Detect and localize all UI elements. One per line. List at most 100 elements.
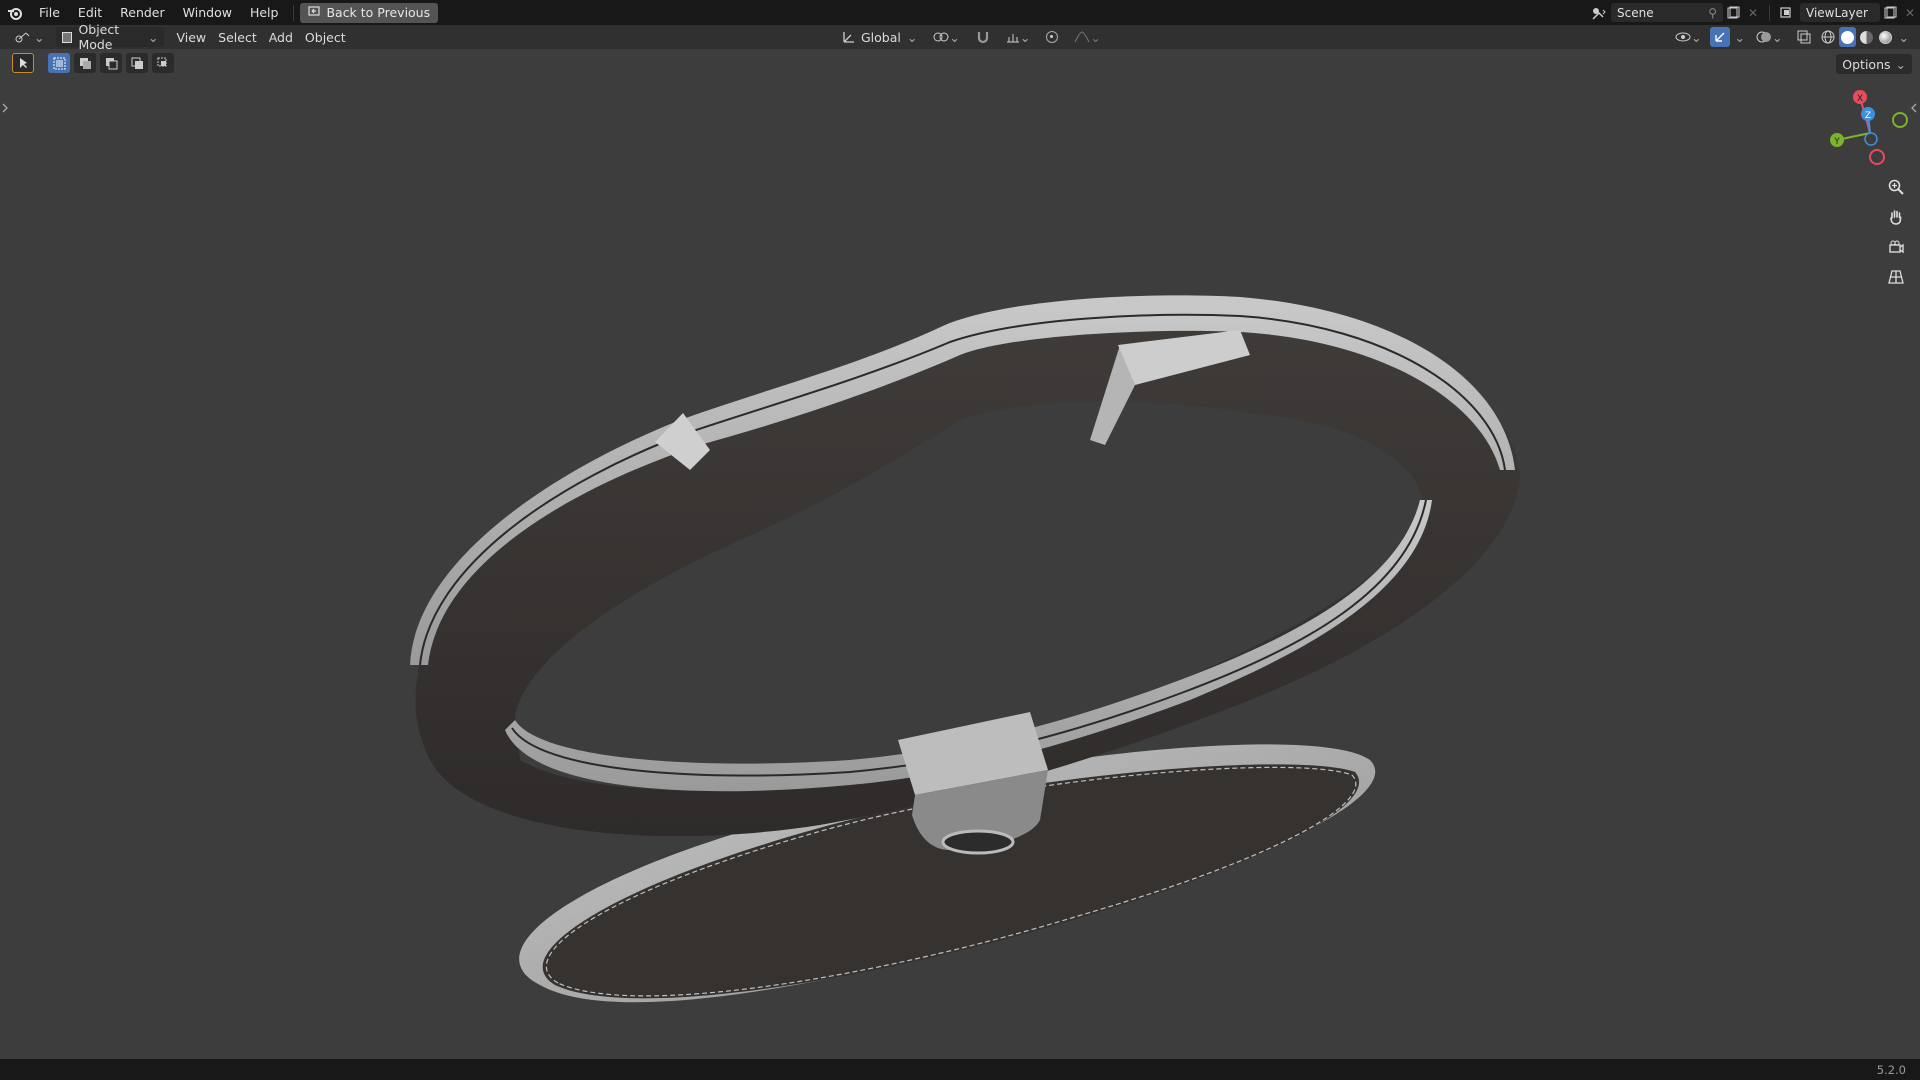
options-label: Options	[1842, 56, 1891, 72]
gizmo-icon	[1714, 32, 1725, 42]
divider	[1769, 4, 1770, 21]
view-layer-field[interactable]: ViewLayer	[1800, 3, 1880, 22]
rendered-sphere-icon	[1878, 30, 1892, 44]
blender-logo-icon[interactable]	[0, 0, 30, 25]
falloff-selector[interactable]: ⌄	[1068, 27, 1106, 47]
shading-rendered-button[interactable]	[1877, 27, 1894, 47]
object-mode-label: Object Mode	[78, 22, 120, 52]
new-scene-icon[interactable]	[1723, 3, 1743, 23]
wireframe-sphere-icon	[1821, 30, 1835, 44]
menu-add[interactable]: Add	[263, 27, 299, 47]
menu-window[interactable]: Window	[174, 0, 241, 25]
gizmo-x-label: X	[1857, 94, 1863, 104]
navigation-gizmo[interactable]: X Y Z	[1822, 89, 1912, 169]
shading-dropdown[interactable]: ⌄	[1896, 27, 1912, 47]
view-layer-name: ViewLayer	[1806, 5, 1868, 20]
delete-view-layer-icon[interactable]: ✕	[1900, 3, 1920, 23]
overlay-toggle[interactable]: ⌄	[1750, 27, 1788, 47]
select-mode-new-button[interactable]	[48, 53, 70, 73]
menu-object[interactable]: Object	[299, 27, 352, 47]
shading-material-button[interactable]	[1858, 27, 1875, 47]
pin-icon[interactable]: ⚲	[1708, 6, 1717, 20]
shading-wireframe-button[interactable]	[1819, 27, 1837, 47]
select-new-icon	[53, 57, 65, 69]
viewport-scene	[2, 103, 1917, 1003]
select-subtract-icon	[105, 57, 117, 69]
snap-toggle[interactable]	[970, 27, 996, 47]
zoom-button[interactable]	[1883, 174, 1909, 200]
transform-orientation-label: Global	[861, 29, 901, 45]
orientation-icon	[843, 32, 854, 43]
scene-selector-icon[interactable]	[1587, 3, 1611, 23]
toolbar-toggle-arrow[interactable]	[2, 103, 8, 113]
scene-name-field[interactable]: Scene ⚲	[1611, 3, 1723, 22]
eye-icon	[1675, 32, 1691, 42]
menu-view[interactable]: View	[170, 27, 212, 47]
select-tool-row	[12, 53, 174, 73]
top-bar: File Edit Render Window Help Back to Pre…	[0, 0, 1920, 25]
select-intersect-icon	[157, 57, 166, 66]
transform-orientation-selector[interactable]: Global ⌄	[836, 27, 923, 47]
xray-icon	[1797, 30, 1811, 44]
solid-sphere-icon	[1840, 30, 1854, 44]
3d-viewport[interactable]: Options ⌄ X Y Z	[0, 49, 1920, 1059]
select-tool-button[interactable]	[12, 53, 34, 73]
main-menu: File Edit Render Window Help	[30, 0, 287, 25]
zoom-icon	[1888, 179, 1904, 195]
snap-target-selector[interactable]: ⌄	[1000, 27, 1036, 47]
chevron-down-icon: ⌄	[1895, 56, 1906, 72]
options-dropdown[interactable]: Options ⌄	[1836, 54, 1912, 74]
xray-toggle[interactable]	[1791, 27, 1817, 47]
version-label: 5.2.0	[1876, 1062, 1906, 1077]
gizmo-y-label: Y	[1833, 137, 1840, 147]
magnet-icon	[977, 32, 988, 44]
material-sphere-icon	[1859, 30, 1873, 44]
proportional-editing-toggle[interactable]	[1040, 27, 1064, 47]
mode-selector[interactable]: Object Mode ⌄	[56, 22, 165, 52]
pivot-point-selector[interactable]: ⌄	[927, 27, 965, 47]
divider	[293, 4, 295, 21]
proportional-editing-icon	[1046, 31, 1059, 43]
gizmo-toggle[interactable]	[1709, 27, 1730, 47]
sidebar-toggle-arrow[interactable]	[1911, 103, 1917, 113]
select-mode-subtract-button[interactable]	[100, 53, 122, 73]
camera-view-button[interactable]	[1883, 234, 1909, 260]
select-mode-extend-button[interactable]	[74, 53, 96, 73]
select-invert-icon	[131, 57, 143, 69]
visibility-selector[interactable]: ⌄	[1669, 27, 1707, 47]
gizmo-neg-x-axis[interactable]	[1869, 149, 1885, 165]
scene-name: Scene	[1617, 5, 1654, 20]
back-to-previous-button[interactable]: Back to Previous	[300, 2, 439, 23]
menu-select[interactable]: Select	[212, 27, 263, 47]
select-extend-icon	[79, 57, 91, 69]
editor-type-selector[interactable]: ⌄	[8, 27, 50, 47]
back-to-previous-label: Back to Previous	[326, 5, 431, 20]
gizmo-neg-y-axis[interactable]	[1892, 112, 1908, 128]
viewport-header: ⌄ Object Mode ⌄ View Select Add Object G…	[0, 22, 1920, 52]
object-mode-icon	[62, 31, 73, 43]
new-view-layer-icon[interactable]	[1880, 3, 1900, 23]
hand-icon	[1890, 210, 1902, 225]
3d-viewport-icon	[15, 32, 30, 43]
view-layer-selector-icon[interactable]	[1776, 3, 1800, 23]
gizmo-z-label: Z	[1865, 111, 1871, 121]
menu-help[interactable]: Help	[241, 0, 288, 25]
select-mode-invert-button[interactable]	[126, 53, 148, 73]
shading-solid-button[interactable]	[1838, 27, 1856, 47]
pivot-icon	[933, 32, 949, 42]
gizmo-neg-z-axis[interactable]	[1864, 132, 1878, 146]
status-bar: 5.2.0	[0, 1059, 1920, 1080]
select-mode-intersect-button[interactable]	[152, 53, 174, 73]
delete-scene-icon[interactable]: ✕	[1743, 3, 1763, 23]
overlay-icon	[1756, 31, 1772, 43]
falloff-curve-icon	[1074, 31, 1090, 43]
cursor-arrow-icon	[20, 58, 27, 68]
snap-increment-icon	[1006, 34, 1019, 43]
menu-file[interactable]: File	[30, 0, 69, 25]
pan-button[interactable]	[1883, 204, 1909, 230]
grid-perspective-icon	[1888, 270, 1904, 284]
gizmo-dropdown[interactable]: ⌄	[1732, 27, 1748, 47]
back-icon	[308, 5, 321, 20]
chevron-down-icon: ⌄	[148, 29, 159, 45]
perspective-toggle-button[interactable]	[1883, 264, 1909, 290]
